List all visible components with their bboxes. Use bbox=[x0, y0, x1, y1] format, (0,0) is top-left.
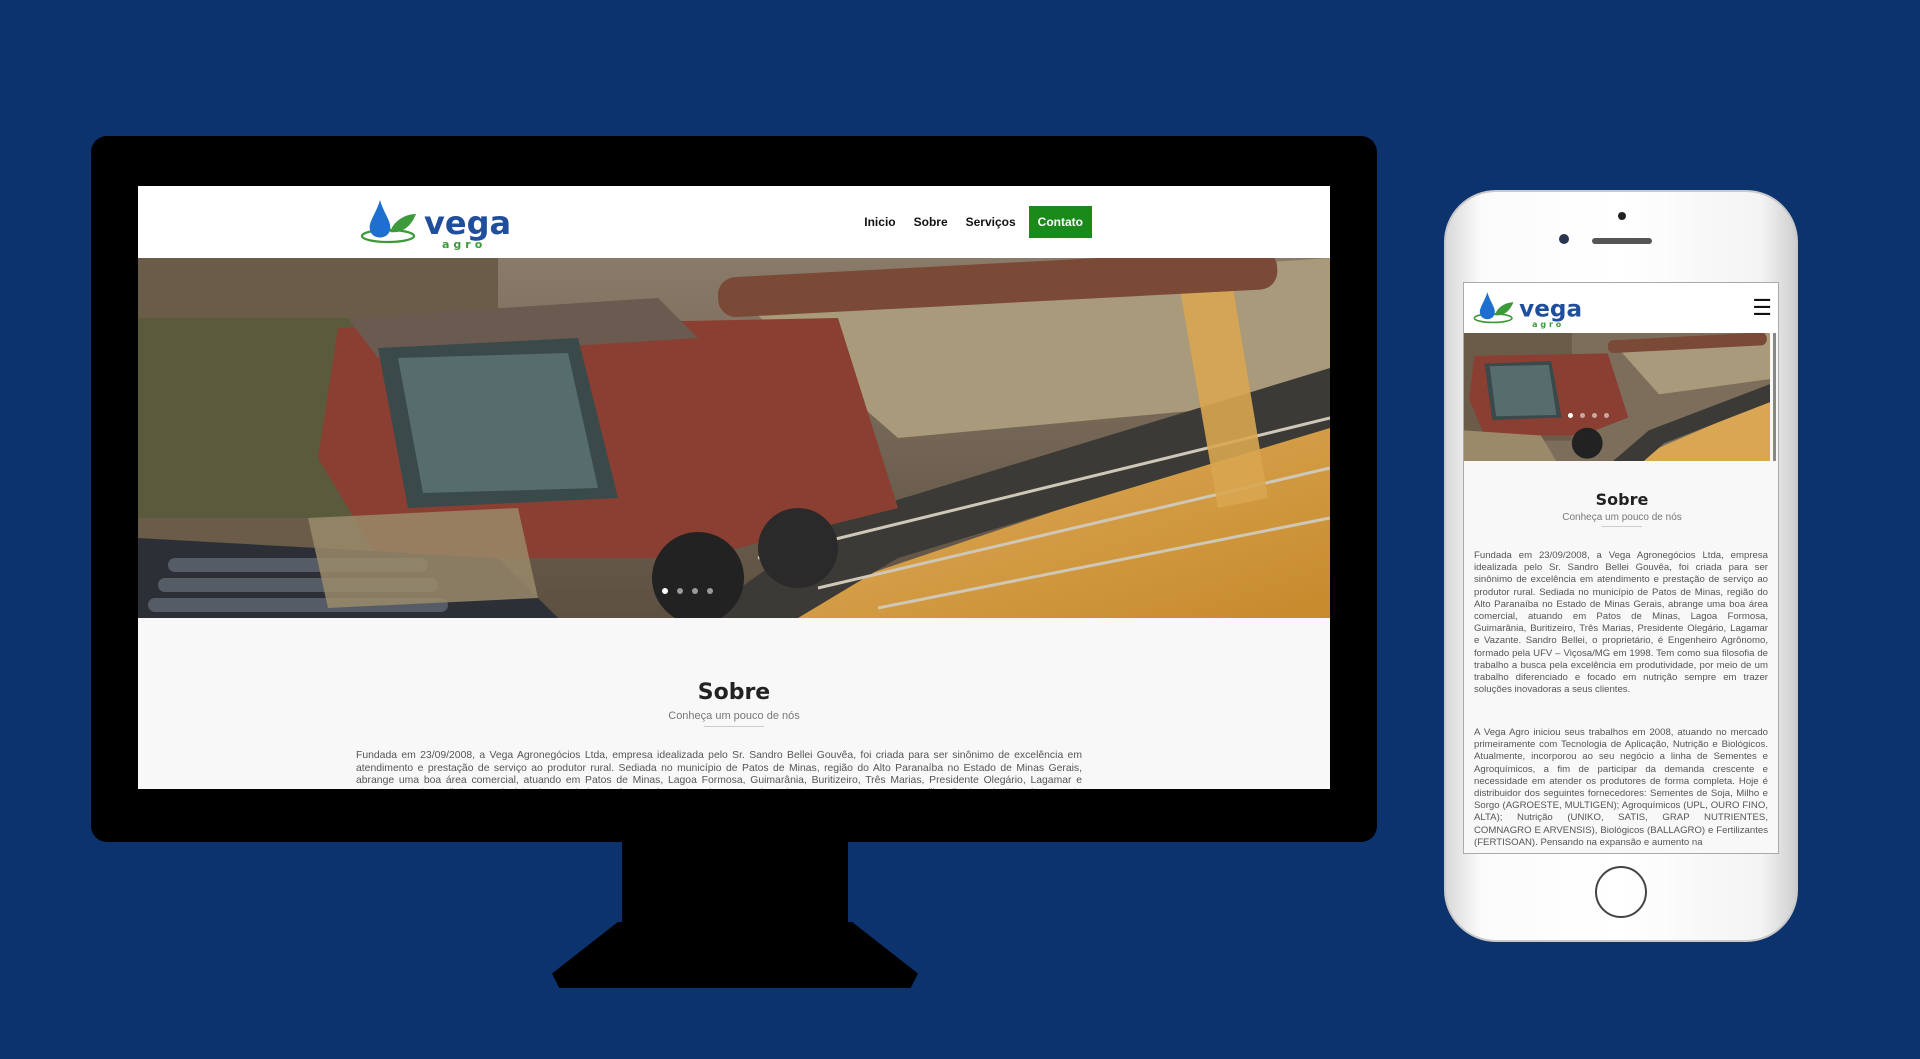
slider-dot[interactable] bbox=[1580, 413, 1585, 418]
title-divider bbox=[1602, 526, 1642, 527]
logo-wordmark: vega bbox=[424, 204, 511, 242]
slider-dot[interactable] bbox=[1568, 413, 1573, 418]
slider-dot[interactable] bbox=[692, 588, 698, 594]
section-subtitle: Conheça um pouco de nós bbox=[668, 710, 800, 722]
slider-dot[interactable] bbox=[707, 588, 713, 594]
desktop-navbar: vega agro Inicio Sobre Serviços Contato bbox=[138, 186, 1330, 258]
nav-item-sobre[interactable]: Sobre bbox=[905, 207, 957, 237]
monitor-stand-base bbox=[552, 922, 918, 988]
harvester-photo bbox=[1464, 333, 1770, 461]
slider-dot[interactable] bbox=[677, 588, 683, 594]
phone-front-sensor bbox=[1559, 234, 1569, 244]
mobile-website: vega agro ☰ Sobre Conheça um pouco de nó… bbox=[1463, 282, 1779, 854]
hero-slider bbox=[138, 258, 1330, 618]
phone-speaker bbox=[1592, 238, 1652, 244]
nav-contato-button[interactable]: Contato bbox=[1028, 206, 1092, 238]
vega-agro-logo[interactable]: vega agro bbox=[356, 192, 522, 252]
slider-dot[interactable] bbox=[662, 588, 668, 594]
nav-item-inicio[interactable]: Inicio bbox=[855, 207, 904, 237]
phone-home-button[interactable] bbox=[1595, 866, 1647, 918]
mobile-navbar: vega agro ☰ bbox=[1464, 283, 1778, 333]
desktop-nav-menu: Inicio Sobre Serviços Contato bbox=[855, 206, 1092, 238]
mobile-scrollbar[interactable] bbox=[1773, 333, 1776, 461]
title-divider bbox=[704, 726, 764, 727]
slider-dot[interactable] bbox=[1592, 413, 1597, 418]
phone-camera bbox=[1618, 212, 1626, 220]
about-paragraph: Fundada em 23/09/2008, a Vega Agronegóci… bbox=[1474, 550, 1768, 696]
section-title: Sobre bbox=[1595, 490, 1649, 509]
mobile-hero-slider bbox=[1464, 333, 1770, 461]
logo-tagline: agro bbox=[1532, 320, 1564, 329]
hamburger-icon[interactable]: ☰ bbox=[1752, 297, 1772, 319]
section-title: Sobre bbox=[697, 680, 771, 705]
logo-wordmark: vega bbox=[1519, 297, 1582, 323]
mobile-slider-dots bbox=[1568, 413, 1609, 418]
nav-item-servicos[interactable]: Serviços bbox=[957, 207, 1025, 237]
logo-tagline: agro bbox=[442, 238, 486, 251]
slider-dots bbox=[662, 588, 713, 594]
vega-agro-logo[interactable]: vega agro bbox=[1470, 286, 1590, 330]
section-subtitle: Conheça um pouco de nós bbox=[1562, 512, 1682, 523]
desktop-website: vega agro Inicio Sobre Serviços Contato bbox=[138, 186, 1330, 789]
slider-dot[interactable] bbox=[1604, 413, 1609, 418]
monitor-stand-neck bbox=[622, 842, 848, 924]
about-paragraph: A Vega Agro iniciou seus trabalhos em 20… bbox=[1474, 727, 1768, 848]
about-paragraph: Fundada em 23/09/2008, a Vega Agronegóci… bbox=[356, 750, 1082, 789]
harvester-photo bbox=[138, 258, 1330, 618]
